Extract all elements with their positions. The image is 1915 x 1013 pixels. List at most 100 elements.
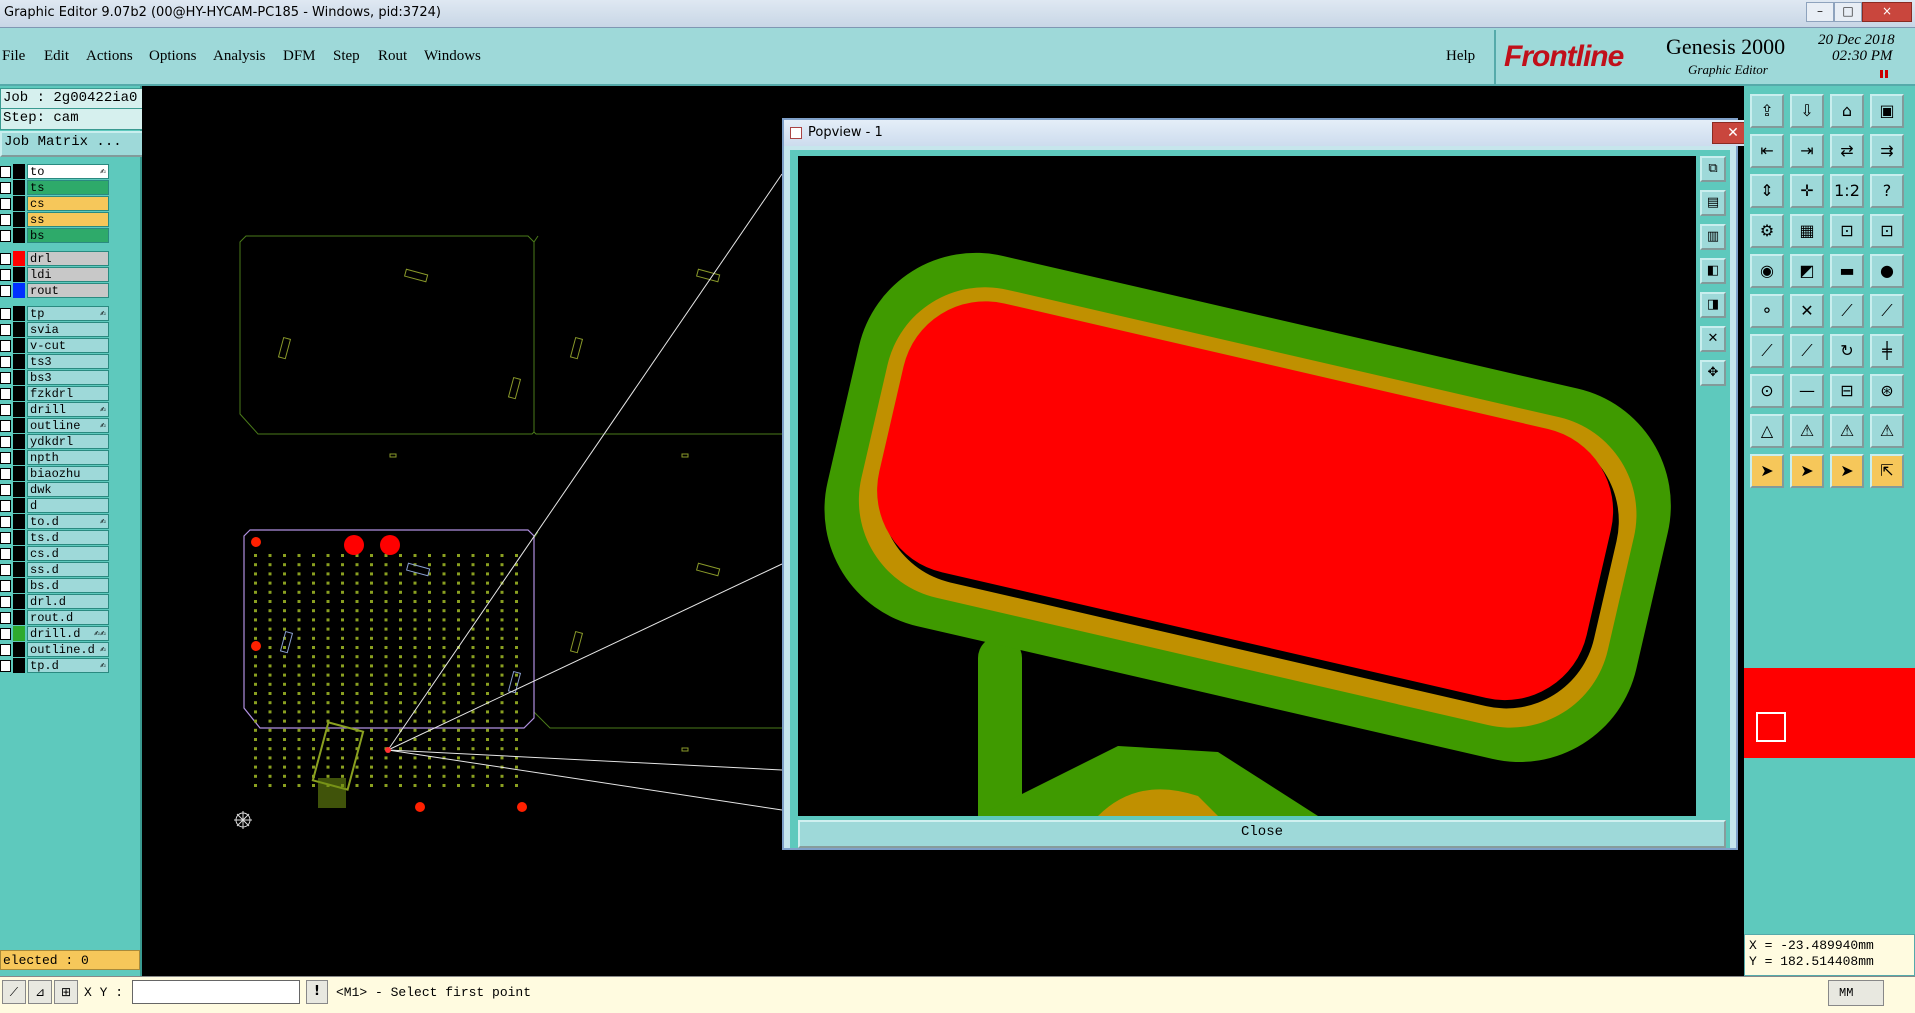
grid-tool-icon[interactable]: ▦ [1790,214,1824,248]
pad-tool-icon[interactable]: ◉ [1750,254,1784,288]
layer-checkbox[interactable] [0,612,11,624]
layer-row[interactable]: v-cut [0,338,110,353]
popview-close-button[interactable]: Close [798,820,1726,848]
layer-color-swatch[interactable] [13,212,25,227]
layer-name[interactable]: outline.d ✍ [27,642,109,657]
layer-checkbox[interactable] [0,253,11,265]
layer-checkbox[interactable] [0,420,11,432]
layer-checkbox[interactable] [0,356,11,368]
zoom-tool-icon[interactable]: ✛ [1790,174,1824,208]
measure-icon[interactable]: ⊿ [28,980,52,1004]
layer-name[interactable]: to.d ✍ [27,514,109,529]
menu-file[interactable]: File [2,48,25,65]
move-tool-icon[interactable]: ⇱ [1870,454,1904,488]
layer-name[interactable]: dwk [27,482,109,497]
segment-tool-icon[interactable]: ⟋ [1830,294,1864,328]
select-b-tool-icon[interactable]: ➤ [1830,454,1864,488]
menu-step[interactable]: Step [333,48,360,65]
layer-color-swatch[interactable] [13,450,25,465]
layer-row[interactable]: dwk [0,482,110,497]
import-tool-icon[interactable]: ⇪ [1750,94,1784,128]
layer-name[interactable]: fzkdrl [27,386,109,401]
snap-icon[interactable]: ⟋ [2,980,26,1004]
layer-name[interactable]: tp.d ✍ [27,658,109,673]
layer-name[interactable]: ts3 [27,354,109,369]
draw-line-tool-icon[interactable]: ⟋ [1750,334,1784,368]
layer-checkbox[interactable] [0,388,11,400]
layer-row[interactable]: bs3 [0,370,110,385]
layer-color-swatch[interactable] [13,514,25,529]
popview-pan-left-icon[interactable]: ◧ [1700,258,1726,284]
layer-name[interactable]: bs3 [27,370,109,385]
xy-input[interactable] [132,980,300,1004]
menu-actions[interactable]: Actions [86,48,133,65]
pan-right-tool-icon[interactable]: ⇥ [1790,134,1824,168]
grid-icon[interactable]: ⊞ [54,980,78,1004]
redraw-tool-icon[interactable]: ⇉ [1870,134,1904,168]
layer-color-swatch[interactable] [13,180,25,195]
layer-row[interactable]: ts [0,180,110,195]
popview-zoom-out-icon[interactable]: ▥ [1700,224,1726,250]
layer-row[interactable]: d [0,498,110,513]
layer-name[interactable]: bs [27,228,109,243]
node-tool-icon[interactable]: ⚬ [1750,294,1784,328]
layer-row[interactable]: drill.d ✍✍ [0,626,110,641]
layer-color-swatch[interactable] [13,354,25,369]
layer-checkbox[interactable] [0,660,11,672]
layer-checkbox[interactable] [0,372,11,384]
popview-canvas[interactable] [798,156,1696,816]
layer-color-swatch[interactable] [13,642,25,657]
layer-checkbox[interactable] [0,230,11,242]
layer-name[interactable]: cs [27,196,109,211]
layer-checkbox[interactable] [0,484,11,496]
select-tool-icon[interactable]: ➤ [1750,454,1784,488]
align-tool-icon[interactable]: ╪ [1870,334,1904,368]
layer-row[interactable]: ss.d [0,562,110,577]
layer-checkbox[interactable] [0,644,11,656]
popview-zoom-fit-icon[interactable]: ⧉ [1700,156,1726,182]
layer-checkbox[interactable] [0,548,11,560]
layer-row[interactable]: tp.d ✍ [0,658,110,673]
pan-left-tool-icon[interactable]: ⇤ [1750,134,1784,168]
layer-name[interactable]: cs.d [27,546,109,561]
layer-name[interactable]: biaozhu [27,466,109,481]
layer-name[interactable]: outline ✍ [27,418,109,433]
layer-color-swatch[interactable] [13,386,25,401]
layer-checkbox[interactable] [0,468,11,480]
layer-row[interactable]: svia [0,322,110,337]
layer-name[interactable]: d [27,498,109,513]
layer-checkbox[interactable] [0,452,11,464]
layer-color-swatch[interactable] [13,267,25,282]
layer-row[interactable]: bs.d [0,578,110,593]
layer-checkbox[interactable] [0,532,11,544]
line-tool-icon[interactable]: ▬ [1830,254,1864,288]
layer-checkbox[interactable] [0,324,11,336]
layer-checkbox[interactable] [0,564,11,576]
layer-row[interactable]: outline.d ✍ [0,642,110,657]
layer-name[interactable]: rout [27,283,109,298]
maximize-button[interactable]: □ [1834,2,1862,22]
shape-tool-icon[interactable]: ◩ [1790,254,1824,288]
swap-tool-icon[interactable]: ⇄ [1830,134,1864,168]
layer-row[interactable]: drl [0,251,110,266]
box-tool-icon[interactable]: ⊟ [1830,374,1864,408]
arc-tool-icon[interactable]: ⟋ [1870,294,1904,328]
layer-checkbox[interactable] [0,269,11,281]
layer-row[interactable]: npth [0,450,110,465]
export-tool-icon[interactable]: ⇩ [1790,94,1824,128]
fit-tool-icon[interactable]: ⇕ [1750,174,1784,208]
close-window-button[interactable]: × [1862,2,1912,22]
layer-row[interactable]: outline ✍ [0,418,110,433]
job-matrix-button[interactable]: Job Matrix ... [0,131,146,157]
layer-name[interactable]: rout.d [27,610,109,625]
query-tool-icon[interactable]: ? [1870,174,1904,208]
snap-alt-tool-icon[interactable]: ⊡ [1870,214,1904,248]
layer-name[interactable]: ts [27,180,109,195]
home-tool-icon[interactable]: ⌂ [1830,94,1864,128]
layer-checkbox[interactable] [0,308,11,320]
layer-name[interactable]: ss [27,212,109,227]
layer-color-swatch[interactable] [13,546,25,561]
layer-color-swatch[interactable] [13,370,25,385]
layer-color-swatch[interactable] [13,658,25,673]
layer-row[interactable]: bs [0,228,110,243]
